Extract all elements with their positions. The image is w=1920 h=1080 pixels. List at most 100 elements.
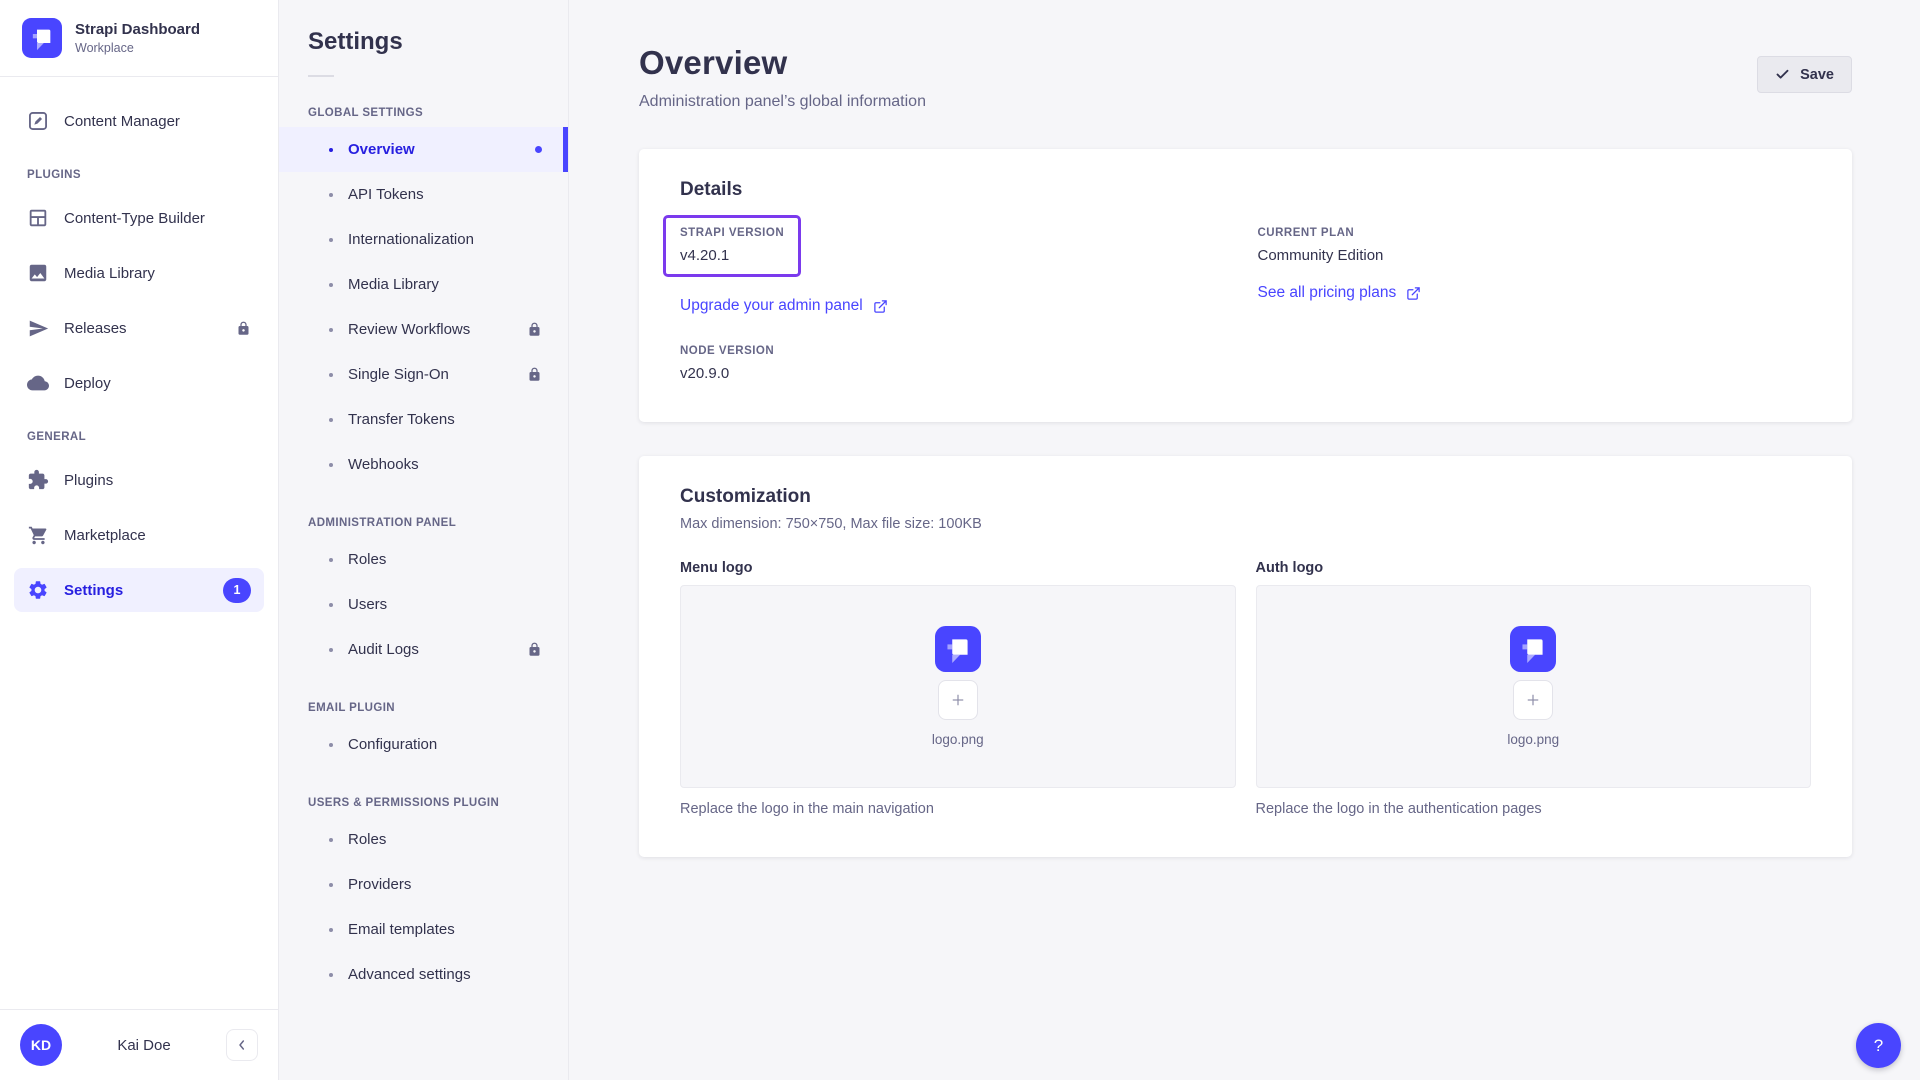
subnav-item-email-templates[interactable]: Email templates <box>279 907 568 952</box>
section-label-plugins: PLUGINS <box>27 169 251 181</box>
subnav-item-review-workflows[interactable]: Review Workflows <box>279 307 568 352</box>
sidebar-item-marketplace[interactable]: Marketplace <box>14 513 264 557</box>
subnav-item-label: Roles <box>348 831 386 848</box>
bullet-icon <box>329 328 333 332</box>
bullet-icon <box>329 373 333 377</box>
menu-logo-label: Menu logo <box>680 560 1236 576</box>
paper-plane-icon <box>27 317 49 339</box>
subnav-section-email-plugin: EMAIL PLUGIN <box>279 702 568 714</box>
subnav-item-single-sign-on[interactable]: Single Sign-On <box>279 352 568 397</box>
sidebar-item-content-type-builder[interactable]: Content-Type Builder <box>14 196 264 240</box>
sidebar-item-label: Plugins <box>64 472 113 489</box>
subnav-item-media-library[interactable]: Media Library <box>279 262 568 307</box>
check-icon <box>1775 67 1790 82</box>
details-card: Details STRAPI VERSION v4.20.1 Upgrade y… <box>639 149 1852 422</box>
add-logo-button[interactable] <box>938 680 978 720</box>
page-title: Overview <box>639 44 926 82</box>
bullet-icon <box>329 973 333 977</box>
section-label-general: GENERAL <box>27 431 251 443</box>
page-header-text: Overview Administration panel’s global i… <box>639 44 926 111</box>
subnav-item-providers[interactable]: Providers <box>279 862 568 907</box>
sidebar-item-deploy[interactable]: Deploy <box>14 361 264 405</box>
sidebar-item-plugins[interactable]: Plugins <box>14 458 264 502</box>
subnav-section-administration-panel: ADMINISTRATION PANEL <box>279 517 568 529</box>
sidebar-item-settings[interactable]: Settings 1 <box>14 568 264 612</box>
subnav-item-label: Overview <box>348 141 415 158</box>
chevron-left-icon <box>234 1037 250 1053</box>
external-link-icon <box>1406 286 1421 301</box>
plus-icon <box>949 691 967 709</box>
page-subtitle: Administration panel’s global informatio… <box>639 93 926 111</box>
settings-notification-badge: 1 <box>223 578 251 603</box>
sidebar-item-label: Deploy <box>64 375 111 392</box>
subnav-item-label: Email templates <box>348 921 455 938</box>
bullet-icon <box>329 743 333 747</box>
sidebar-item-releases[interactable]: Releases <box>14 306 264 350</box>
bullet-icon <box>329 193 333 197</box>
current-plan-value: Community Edition <box>1258 247 1812 264</box>
menu-logo-dropzone[interactable]: logo.png <box>680 585 1236 788</box>
pricing-plans-link[interactable]: See all pricing plans <box>1258 284 1422 302</box>
subnav-item-up-roles[interactable]: Roles <box>279 817 568 862</box>
user-name: Kai Doe <box>62 1037 226 1054</box>
subnav-item-label: Media Library <box>348 276 439 293</box>
bullet-icon <box>329 928 333 932</box>
bullet-icon <box>329 558 333 562</box>
subnav-item-audit-logs[interactable]: Audit Logs <box>279 627 568 672</box>
menu-logo-hint: Replace the logo in the main navigation <box>680 801 1236 817</box>
content-manager-icon <box>27 110 49 132</box>
subnav-item-configuration[interactable]: Configuration <box>279 722 568 767</box>
subnav-item-transfer-tokens[interactable]: Transfer Tokens <box>279 397 568 442</box>
upgrade-admin-panel-link[interactable]: Upgrade your admin panel <box>680 297 888 315</box>
add-logo-button[interactable] <box>1513 680 1553 720</box>
subnav-item-api-tokens[interactable]: API Tokens <box>279 172 568 217</box>
primary-sidebar: Strapi Dashboard Workplace Content Manag… <box>0 0 279 1080</box>
settings-subnav: Settings GLOBAL SETTINGS Overview API To… <box>279 0 569 1080</box>
strapi-version-highlight-box: STRAPI VERSION v4.20.1 <box>663 215 801 277</box>
subnav-item-admin-roles[interactable]: Roles <box>279 537 568 582</box>
sidebar-item-label: Content Manager <box>64 113 180 130</box>
node-version-label: NODE VERSION <box>680 345 1234 357</box>
subnav-divider <box>308 75 334 77</box>
sidebar-item-content-manager[interactable]: Content Manager <box>14 99 264 143</box>
save-button[interactable]: Save <box>1757 56 1852 93</box>
bullet-icon <box>329 283 333 287</box>
strapi-logo-icon <box>1510 626 1556 672</box>
bullet-icon <box>329 648 333 652</box>
strapi-version-value: v4.20.1 <box>680 247 784 264</box>
auth-logo-hint: Replace the logo in the authentication p… <box>1256 801 1812 817</box>
subnav-item-label: Providers <box>348 876 411 893</box>
auth-logo-dropzone[interactable]: logo.png <box>1256 585 1812 788</box>
subnav-item-overview[interactable]: Overview <box>279 127 568 172</box>
sidebar-item-media-library[interactable]: Media Library <box>14 251 264 295</box>
details-left-column: STRAPI VERSION v4.20.1 Upgrade your admi… <box>680 227 1234 382</box>
bullet-icon <box>329 463 333 467</box>
menu-logo-filename: logo.png <box>932 732 984 747</box>
collapse-sidebar-button[interactable] <box>226 1029 258 1061</box>
strapi-logo-icon <box>22 18 62 58</box>
brand-text: Strapi Dashboard Workplace <box>75 21 200 55</box>
subnav-item-label: API Tokens <box>348 186 424 203</box>
sidebar-item-label: Settings <box>64 582 123 599</box>
subnav-item-label: Transfer Tokens <box>348 411 455 428</box>
shopping-cart-icon <box>27 524 49 546</box>
subnav-item-webhooks[interactable]: Webhooks <box>279 442 568 487</box>
puzzle-icon <box>27 469 49 491</box>
subnav-item-label: Single Sign-On <box>348 366 449 383</box>
subnav-item-label: Audit Logs <box>348 641 419 658</box>
subnav-item-label: Advanced settings <box>348 966 471 983</box>
subnav-item-advanced-settings[interactable]: Advanced settings <box>279 952 568 997</box>
workspace-brand[interactable]: Strapi Dashboard Workplace <box>0 0 278 77</box>
sidebar-item-label: Marketplace <box>64 527 146 544</box>
subnav-item-internationalization[interactable]: Internationalization <box>279 217 568 262</box>
subnav-item-admin-users[interactable]: Users <box>279 582 568 627</box>
image-icon <box>27 262 49 284</box>
subnav-item-label: Roles <box>348 551 386 568</box>
plus-icon <box>1524 691 1542 709</box>
avatar[interactable]: KD <box>20 1024 62 1066</box>
save-button-label: Save <box>1800 67 1834 83</box>
bullet-icon <box>329 603 333 607</box>
help-button[interactable]: ? <box>1856 1023 1901 1068</box>
subnav-item-label: Configuration <box>348 736 437 753</box>
sidebar-item-label: Releases <box>64 320 127 337</box>
